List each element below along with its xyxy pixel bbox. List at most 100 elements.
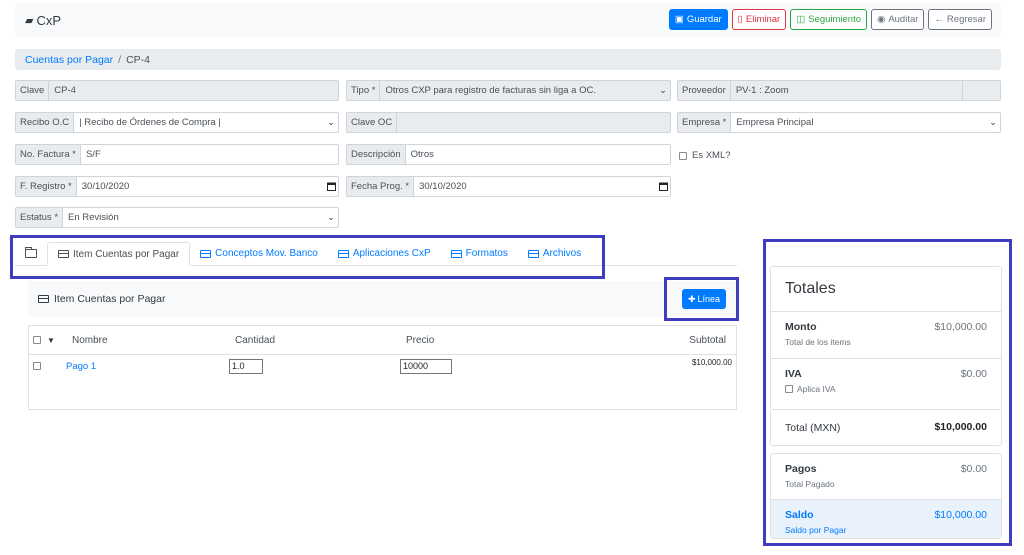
items-table: ▼ Nombre Cantidad Precio Subtotal Pago 1… [28,325,737,410]
factura-label: No. Factura * [16,145,81,164]
column-header-cantidad[interactable]: Cantidad [235,326,275,354]
estatus-field: Estatus * En Revisión ⌄ [15,207,339,228]
table-icon [38,295,49,303]
table-header: ▼ Nombre Cantidad Precio Subtotal [29,326,736,355]
proveedor-label: Proveedor [678,81,731,100]
iva-label: IVA [785,368,802,380]
chevron-down-icon: ⌄ [327,117,335,127]
estatus-label: Estatus * [16,208,64,227]
page-title: ▰ CxP [25,13,61,28]
select-all-group: ▼ [33,326,55,354]
back-button[interactable]: ← Regresar [928,9,992,30]
chevron-down-icon: ⌄ [656,81,670,100]
row-checkbox[interactable] [33,362,41,370]
totals-total-row: Total (MXN) $10,000.00 [771,410,1001,445]
delete-button[interactable]: ▯ Eliminar [731,9,787,30]
table-icon [337,249,349,258]
es-xml-label: Es XML? [692,150,731,161]
fecha-prog-input[interactable]: 30/10/2020 [414,177,656,196]
column-header-subtotal[interactable]: Subtotal [689,326,726,354]
total-label: Total (MXN) [785,421,841,434]
column-header-precio[interactable]: Precio [406,326,434,354]
tab-conceptos-mov-banco[interactable]: Conceptos Mov. Banco [190,242,328,265]
clave-label: Clave [16,81,50,100]
proveedor-addon[interactable] [962,81,1000,100]
tab-folder[interactable] [15,242,47,265]
tipo-label: Tipo * [347,81,381,100]
header-actions: ▣ Guardar ▯ Eliminar ◫ Seguimiento ◉ Aud… [668,9,992,30]
trash-icon: ▯ [737,14,743,25]
fecha-registro-label: F. Registro * [16,177,77,196]
table-icon [58,250,69,258]
clave-oc-label: Clave OC [347,113,398,132]
table-icon [527,249,539,258]
column-header-nombre[interactable]: Nombre [72,326,108,354]
recibo-oc-field: Recibo O.C | Recibo de Órdenes de Compra… [15,112,339,133]
table-icon [450,249,462,258]
items-card-title: Item Cuentas por Pagar [54,293,166,305]
totals-saldo-row: Saldo Saldo por Pagar $10,000.00 [771,500,1001,538]
tab-item-cuentas[interactable]: Item Cuentas por Pagar [47,242,191,266]
table-icon [200,249,212,258]
empresa-label: Empresa * [678,113,732,132]
chevron-down-icon: ⌄ [327,212,335,222]
tab-archivos[interactable]: Archivos [518,242,591,265]
fecha-registro-field: F. Registro * 30/10/2020 [15,176,339,197]
row-subtotal: $10,000.00 [691,358,732,367]
wallet-icon: ▰ [25,15,34,27]
app-header: ▰ CxP ▣ Guardar ▯ Eliminar ◫ Seguimiento… [15,3,1001,37]
monto-value: $10,000.00 [934,321,987,333]
empresa-field: Empresa * Empresa Principal ⌄ [677,112,1001,133]
clave-oc-input[interactable] [397,113,670,132]
empresa-select[interactable]: Empresa Principal [731,113,986,132]
aplica-iva-label: Aplica IVA [797,384,836,394]
caret-down-icon[interactable]: ▼ [47,336,55,345]
tab-aplicaciones-cxp[interactable]: Aplicaciones CxP [328,242,441,265]
audit-button[interactable]: ◉ Auditar [871,9,925,30]
row-nombre-link[interactable]: Pago 1 [66,355,96,377]
saldo-sub: Saldo por Pagar [785,525,847,535]
fecha-prog-field: Fecha Prog. * 30/10/2020 [346,176,671,197]
quantity-input[interactable]: 1.0 [229,358,263,374]
factura-input[interactable]: S/F [80,145,338,164]
es-xml-checkbox-group: Es XML? [679,150,731,161]
factura-field: No. Factura * S/F [15,144,339,165]
recibo-oc-label: Recibo O.C [16,113,75,132]
row-precio-cell: 10000 [400,355,452,377]
proveedor-input[interactable]: PV-1 : Zoom [730,81,962,100]
row-cantidad-cell: 1.0 [229,355,263,377]
estatus-select[interactable]: En Revisión [63,208,324,227]
descripcion-input[interactable]: Otros [405,145,670,164]
breadcrumb-separator: / [118,53,122,66]
breadcrumb-link-cxp[interactable]: Cuentas por Pagar [25,54,113,66]
calendar-icon[interactable] [324,177,338,196]
proveedor-field: Proveedor PV-1 : Zoom [677,80,1001,101]
pagos-value: $0.00 [960,463,987,475]
clipboard-icon: ◫ [796,14,806,25]
save-button[interactable]: ▣ Guardar [668,9,728,30]
es-xml-checkbox[interactable] [679,151,687,160]
totals-iva-row: IVA Aplica IVA $0.00 [771,359,1001,410]
descripcion-label: Descripción [347,145,406,164]
price-input[interactable]: 10000 [400,358,452,374]
payments-card: Pagos Total Pagado $0.00 Saldo Saldo por… [770,453,1002,539]
iva-value: $0.00 [960,368,987,380]
fecha-registro-input[interactable]: 30/10/2020 [76,177,324,196]
page-title-text: CxP [36,13,62,28]
recibo-oc-select[interactable]: | Recibo de Órdenes de Compra | [74,113,324,132]
folder-icon [25,247,37,258]
breadcrumb-current: CP-4 [126,53,150,66]
totals-title: Totales [771,267,1001,312]
tipo-field: Tipo * Otros CXP para registro de factur… [346,80,671,101]
tab-formatos[interactable]: Formatos [441,242,518,265]
total-value: $10,000.00 [934,421,987,433]
select-all-checkbox[interactable] [33,336,41,344]
add-line-button[interactable]: ✚ Línea [682,289,726,309]
clave-input[interactable]: CP-4 [49,81,338,100]
pagos-sub: Total Pagado [785,479,835,489]
follow-up-button[interactable]: ◫ Seguimiento [790,9,868,30]
aplica-iva-checkbox[interactable] [785,385,793,393]
tipo-select[interactable]: Otros CXP para registro de facturas sin … [380,81,656,100]
calendar-icon[interactable] [656,177,670,196]
pagos-label: Pagos [785,463,817,475]
